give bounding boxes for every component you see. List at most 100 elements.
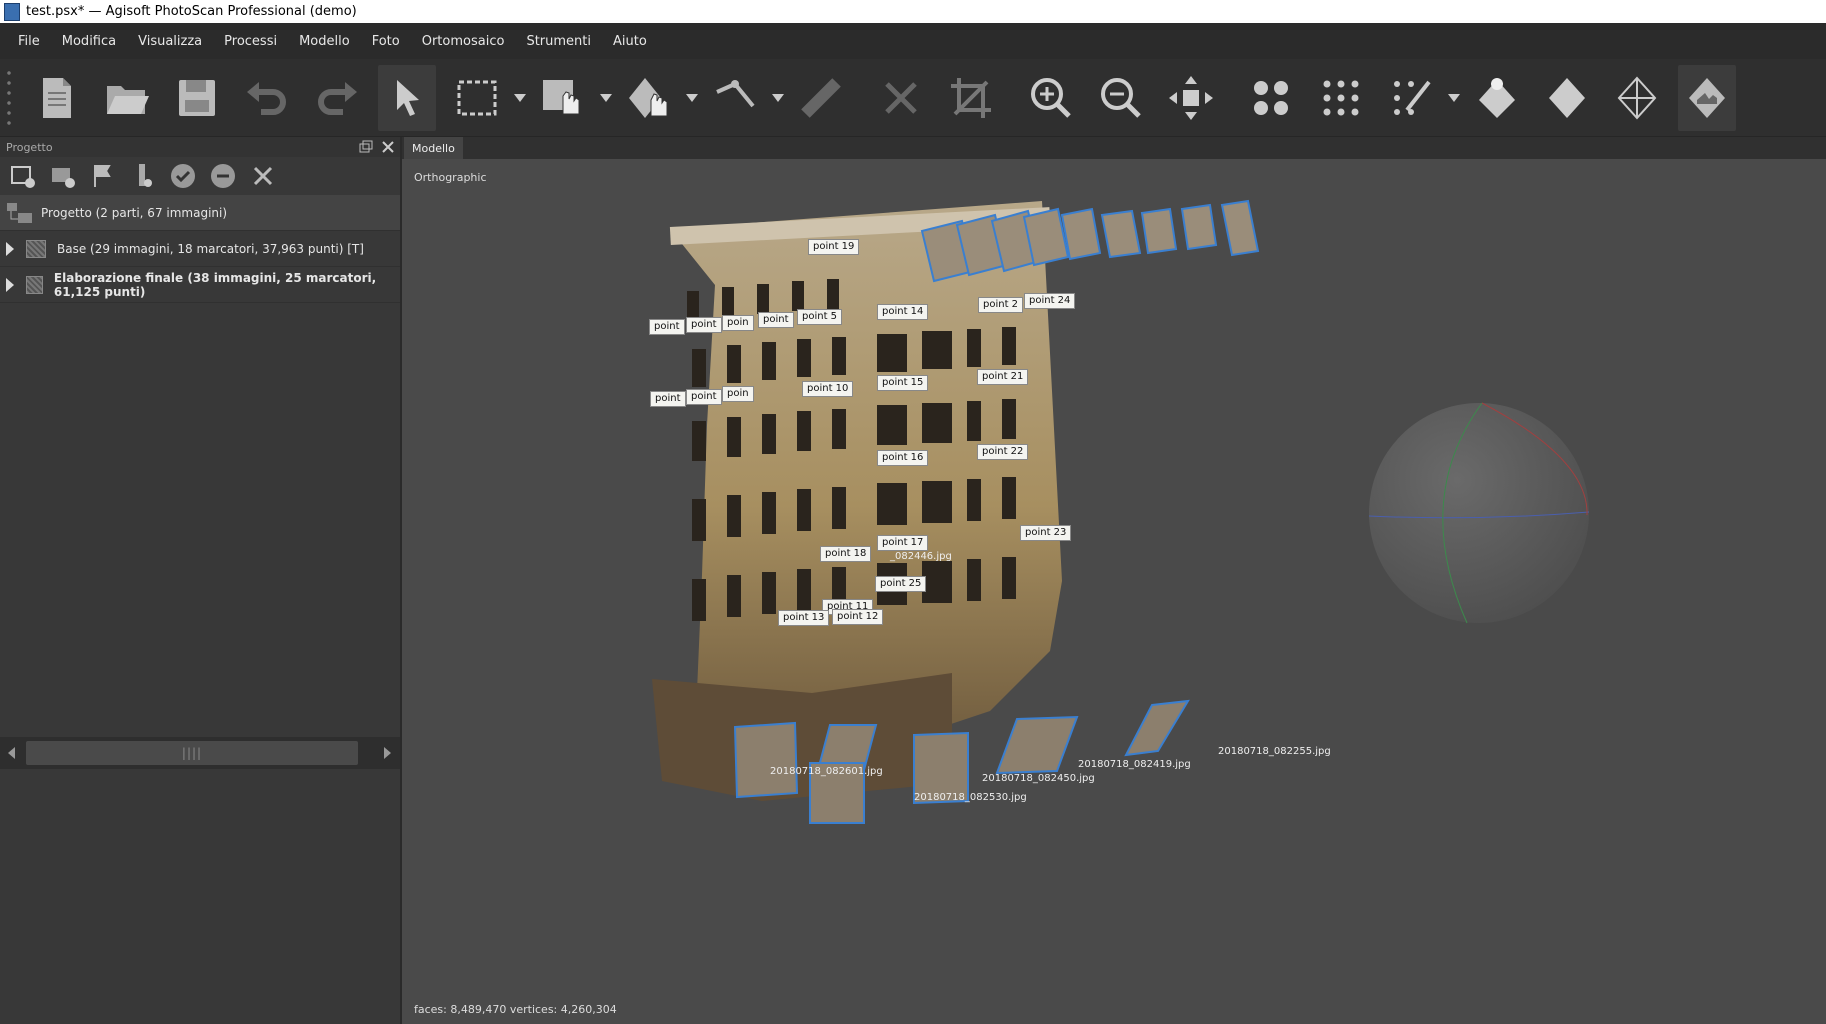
navigation-icon (397, 79, 419, 116)
shaded-button[interactable] (1468, 65, 1526, 131)
scroll-left-icon[interactable] (8, 747, 15, 759)
tree-root[interactable]: Progetto (2 parti, 67 immagini) (0, 195, 400, 231)
marker-label[interactable]: point 12 (832, 609, 884, 625)
scroll-right-icon[interactable] (384, 747, 391, 759)
menu-modifica[interactable]: Modifica (51, 34, 127, 49)
marker-label[interactable]: point 2 (978, 297, 1024, 313)
menu-ortomosaico[interactable]: Ortomosaico (411, 34, 516, 49)
marker-label[interactable]: point 15 (877, 375, 929, 391)
marker-label[interactable]: point (758, 312, 794, 328)
move-object-dropdown[interactable] (684, 65, 700, 131)
marker-label[interactable]: point 5 (797, 309, 843, 325)
menu-file[interactable]: File (0, 34, 51, 49)
marker-label[interactable]: point 18 (820, 546, 872, 562)
dense-cloud-button[interactable] (1312, 65, 1370, 131)
add-photos-icon (52, 168, 75, 188)
marker-label[interactable]: point (650, 391, 686, 407)
marker-label[interactable]: point 10 (802, 381, 854, 397)
zoom-in-button[interactable] (1022, 65, 1080, 131)
add-chunk-button[interactable] (8, 161, 38, 191)
redo-button[interactable] (308, 65, 366, 131)
project-icon (7, 202, 32, 223)
app-icon (4, 2, 20, 21)
points-button[interactable] (1242, 65, 1300, 131)
new-button[interactable] (28, 65, 86, 131)
save-icon (179, 79, 215, 116)
save-button[interactable] (168, 65, 226, 131)
add-photos-button[interactable] (48, 161, 78, 191)
rect-select-button[interactable] (448, 65, 506, 131)
scrollbar-thumb[interactable]: |||| (26, 741, 358, 765)
enable-button[interactable] (168, 161, 198, 191)
wireframe-icon (1617, 76, 1657, 119)
marker-label[interactable]: point 17 (877, 535, 929, 551)
photo-label[interactable]: 20180718_082255.jpg (1218, 746, 1331, 757)
model-select-button[interactable] (534, 65, 592, 131)
close-icon[interactable] (380, 139, 396, 155)
marker-label[interactable]: point 24 (1024, 293, 1076, 309)
zoom-out-button[interactable] (1092, 65, 1150, 131)
photo-label[interactable]: 20180718_082601.jpg (770, 766, 883, 777)
marker-label[interactable]: point 22 (977, 444, 1029, 460)
solid-button[interactable] (1538, 65, 1596, 131)
expand-icon[interactable] (6, 241, 14, 256)
measure-button[interactable] (792, 65, 850, 131)
rotation-sphere[interactable] (1368, 402, 1590, 624)
add-marker-button[interactable] (88, 161, 118, 191)
rect-select-dropdown[interactable] (512, 65, 528, 131)
disable-button[interactable] (208, 161, 238, 191)
menu-strumenti[interactable]: Strumenti (515, 34, 602, 49)
reset-view-button[interactable] (1162, 65, 1220, 131)
menu-processi[interactable]: Processi (213, 34, 288, 49)
minus-icon (211, 164, 235, 188)
wireframe-button[interactable] (1608, 65, 1666, 131)
classify-dropdown[interactable] (1446, 65, 1462, 131)
expand-icon[interactable] (6, 277, 14, 292)
model-canvas[interactable] (402, 159, 1826, 1024)
marker-label[interactable]: poin (722, 315, 754, 331)
classify-button[interactable] (1382, 65, 1440, 131)
crop-button[interactable] (942, 65, 1000, 131)
open-button[interactable] (98, 65, 156, 131)
marker-label[interactable]: point (686, 317, 722, 333)
model-viewport[interactable]: point 19 point point poin point point 5 … (402, 159, 1826, 1024)
marker-label[interactable]: point (686, 389, 722, 405)
marker-label[interactable]: point 21 (977, 369, 1029, 385)
menu-aiuto[interactable]: Aiuto (602, 34, 658, 49)
move-object-icon (629, 77, 668, 118)
add-scalebar-button[interactable] (128, 161, 158, 191)
photo-label[interactable]: 20180718_082450.jpg (982, 773, 1095, 784)
marker-label[interactable]: point 14 (877, 304, 929, 320)
undock-icon[interactable] (358, 139, 374, 155)
remove-button[interactable] (248, 161, 278, 191)
marker-label[interactable]: point 23 (1020, 525, 1072, 541)
move-object-button[interactable] (620, 65, 678, 131)
model-select-dropdown[interactable] (598, 65, 614, 131)
photo-label[interactable]: 20180718_082530.jpg (914, 792, 1027, 803)
chevron-down-icon (514, 93, 526, 102)
photo-label[interactable]: 20180718_082419.jpg (1078, 759, 1191, 770)
tree-chunk-final[interactable]: Elaborazione finale (38 immagini, 25 mar… (0, 267, 400, 303)
delete-button[interactable] (872, 65, 930, 131)
marker-label[interactable]: point (649, 319, 685, 335)
photo-label[interactable]: _082446.jpg (890, 551, 952, 562)
check-icon (171, 164, 195, 188)
textured-button[interactable] (1678, 64, 1736, 131)
menu-foto[interactable]: Foto (361, 34, 411, 49)
marker-label[interactable]: point 16 (877, 450, 929, 466)
navigation-button[interactable] (378, 64, 436, 131)
marker-label[interactable]: point 13 (778, 610, 830, 626)
marker-label[interactable]: point 19 (808, 239, 860, 255)
horizontal-scrollbar[interactable]: |||| (0, 737, 400, 769)
toolbar-grip[interactable] (4, 67, 14, 128)
ruler-dropdown[interactable] (770, 65, 786, 131)
tab-modello[interactable]: Modello (404, 137, 463, 159)
solid-icon (1549, 77, 1585, 118)
ruler-button[interactable] (706, 65, 764, 131)
undo-button[interactable] (238, 65, 296, 131)
menu-visualizza[interactable]: Visualizza (127, 34, 213, 49)
marker-label[interactable]: poin (722, 386, 754, 402)
tree-chunk-base[interactable]: Base (29 immagini, 18 marcatori, 37,963 … (0, 231, 400, 267)
marker-label[interactable]: point 25 (875, 576, 927, 592)
menu-modello[interactable]: Modello (288, 34, 361, 49)
